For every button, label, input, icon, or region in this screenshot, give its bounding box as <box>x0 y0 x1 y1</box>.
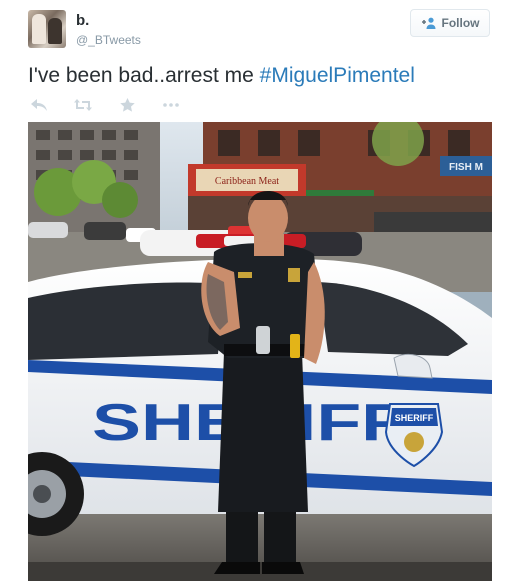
add-user-icon <box>421 17 437 29</box>
reply-icon <box>31 99 47 111</box>
tweet-body: I've been bad..arrest me <box>28 64 260 87</box>
follow-button[interactable]: Follow <box>410 9 490 37</box>
sign-fish: FISH M <box>449 162 483 173</box>
photo-illustration: Caribbean Meat cricket FISH M SHE <box>28 122 492 581</box>
retweet-button[interactable] <box>74 97 92 113</box>
tweet-text: I've been bad..arrest me #MiguelPimentel <box>28 62 498 90</box>
sheriff-badge-text: SHERIFF <box>395 413 434 423</box>
reply-button[interactable] <box>30 97 48 113</box>
more-button[interactable] <box>162 97 180 113</box>
user-handle[interactable]: @_BTweets <box>76 33 141 47</box>
follow-label: Follow <box>441 16 480 30</box>
profile-avatar[interactable] <box>28 10 66 48</box>
tweet-photo[interactable]: Caribbean Meat cricket FISH M SHE <box>28 122 492 581</box>
more-dots-icon <box>163 103 179 107</box>
hashtag-link[interactable]: #MiguelPimentel <box>260 64 415 87</box>
favorite-star-icon <box>119 98 135 112</box>
display-name[interactable]: b. <box>76 12 89 29</box>
tweet-actions <box>30 96 206 114</box>
favorite-button[interactable] <box>118 97 136 113</box>
sign-caribbean-meat: Caribbean Meat <box>215 176 279 187</box>
retweet-icon <box>74 99 92 111</box>
